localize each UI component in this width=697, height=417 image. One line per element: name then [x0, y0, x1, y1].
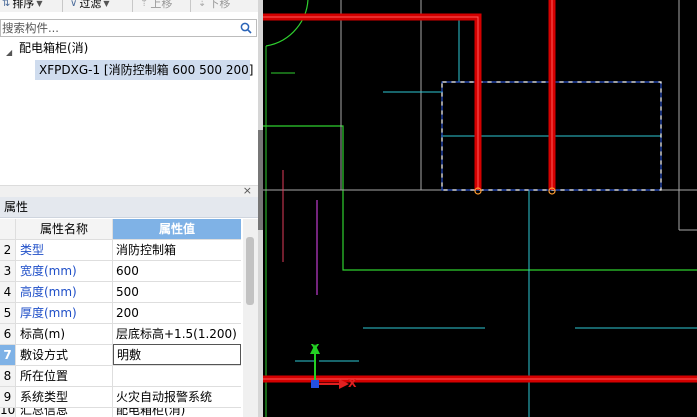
property-value-header: 属性值 [113, 219, 241, 239]
table-row[interactable]: 3 宽度(mm) 600 [0, 261, 241, 282]
component-toolbar: ⇅ 排序 ▼ ⊽ 过滤 ▼ ⇡ 上移 ⇣ 下移 [0, 0, 262, 12]
tree-item-xfpdxg-1[interactable]: XFPDXG-1 [消防控制箱 600 500 200] [35, 60, 253, 80]
filter-icon: ⊽ [70, 0, 78, 9]
property-name: 标高(m) [16, 324, 113, 344]
row-number: 7 [0, 345, 16, 365]
property-value[interactable]: 层底标高+1.5(1.200) [113, 324, 241, 344]
property-name: 敷设方式 [16, 345, 113, 365]
sort-icon: ⇅ [2, 0, 11, 9]
properties-scrollbar[interactable] [243, 219, 258, 417]
property-name: 厚度(mm) [16, 303, 113, 323]
search-input[interactable] [1, 20, 231, 36]
cyan-line [398, 19, 460, 82]
row-number: 6 [0, 324, 16, 344]
row-number: 8 [0, 366, 16, 386]
row-number-header [0, 219, 16, 239]
chevron-down-icon: ▼ [36, 0, 43, 8]
toolbar-separator [132, 0, 133, 12]
filter-label: 过滤 [79, 0, 102, 10]
row-number: 9 [0, 387, 16, 407]
properties-header-row: 属性名称 属性值 [0, 219, 241, 240]
row-number: 4 [0, 282, 16, 302]
move-down-label: 下移 [208, 0, 231, 10]
component-search-box [0, 19, 257, 37]
scrollbar-thumb[interactable] [246, 237, 254, 305]
close-icon[interactable]: × [243, 184, 252, 198]
toolbar-separator [62, 0, 63, 12]
axis-origin-marker [311, 380, 319, 388]
move-up-button[interactable]: ⇡ 上移 [140, 0, 172, 12]
toolbar-separator [190, 0, 191, 12]
move-up-label: 上移 [150, 0, 173, 10]
table-row[interactable]: 4 高度(mm) 500 [0, 282, 241, 303]
table-row[interactable]: 10 汇总信息 配电箱柜(消) [0, 408, 241, 417]
sort-button[interactable]: ⇅ 排序 ▼ [2, 0, 43, 12]
table-row-selected[interactable]: 7 敷设方式 明敷 [0, 344, 241, 366]
property-name: 系统类型 [16, 387, 113, 407]
property-name: 高度(mm) [16, 282, 113, 302]
row-number: 2 [0, 240, 16, 260]
property-value[interactable]: 600 [113, 261, 241, 281]
table-row[interactable]: 8 所在位置 [0, 366, 241, 387]
property-name: 类型 [16, 240, 113, 260]
move-up-icon: ⇡ [140, 0, 149, 9]
filter-button[interactable]: ⊽ 过滤 ▼ [70, 0, 109, 12]
row-number: 3 [0, 261, 16, 281]
row-number: 5 [0, 303, 16, 323]
tree-node-label: 配电箱柜(消) [19, 41, 89, 55]
cad-drawing-canvas[interactable]: Y X [263, 0, 697, 417]
property-name: 汇总信息 [16, 408, 113, 417]
sort-label: 排序 [12, 0, 35, 10]
chevron-down-icon: ▼ [103, 0, 110, 8]
red-pipe [263, 13, 482, 190]
property-name-header: 属性名称 [16, 219, 113, 239]
properties-panel-title: 属性 [0, 197, 258, 218]
component-tree: ◢ 配电箱柜(消) XFPDXG-1 [消防控制箱 600 500 200] [0, 38, 258, 180]
property-value[interactable]: 200 [113, 303, 241, 323]
panel-splitter[interactable]: × [0, 184, 258, 198]
table-row[interactable]: 5 厚度(mm) 200 [0, 303, 241, 324]
table-row[interactable]: 2 类型 消防控制箱 [0, 240, 241, 261]
axis-x-label: X [348, 377, 357, 390]
property-name: 所在位置 [16, 366, 113, 386]
table-row[interactable]: 6 标高(m) 层底标高+1.5(1.200) [0, 324, 241, 345]
property-value[interactable]: 配电箱柜(消) [113, 408, 241, 417]
property-value[interactable]: 500 [113, 282, 241, 302]
left-panel: ⇅ 排序 ▼ ⊽ 过滤 ▼ ⇡ 上移 ⇣ 下移 ◢ 配电箱柜(消) [0, 0, 262, 417]
tree-node-distribution-box[interactable]: ◢ 配电箱柜(消) [0, 38, 258, 58]
row-number: 10 [0, 408, 16, 417]
move-down-button[interactable]: ⇣ 下移 [198, 0, 230, 12]
red-pipe-highlight [263, 16, 479, 190]
property-value[interactable]: 消防控制箱 [113, 240, 241, 260]
property-value-editor[interactable]: 明敷 [113, 344, 241, 365]
table-row[interactable]: 9 系统类型 火灾自动报警系统 [0, 387, 241, 408]
move-down-icon: ⇣ [198, 0, 207, 9]
property-value[interactable]: 火灾自动报警系统 [113, 387, 241, 407]
axis-y-label: Y [311, 342, 319, 355]
triangle-down-icon[interactable]: ◢ [6, 43, 12, 63]
property-value[interactable] [113, 366, 241, 386]
green-arc [265, 0, 309, 47]
search-icon[interactable] [240, 22, 252, 34]
property-name: 宽度(mm) [16, 261, 113, 281]
cad-drawing [263, 0, 697, 417]
